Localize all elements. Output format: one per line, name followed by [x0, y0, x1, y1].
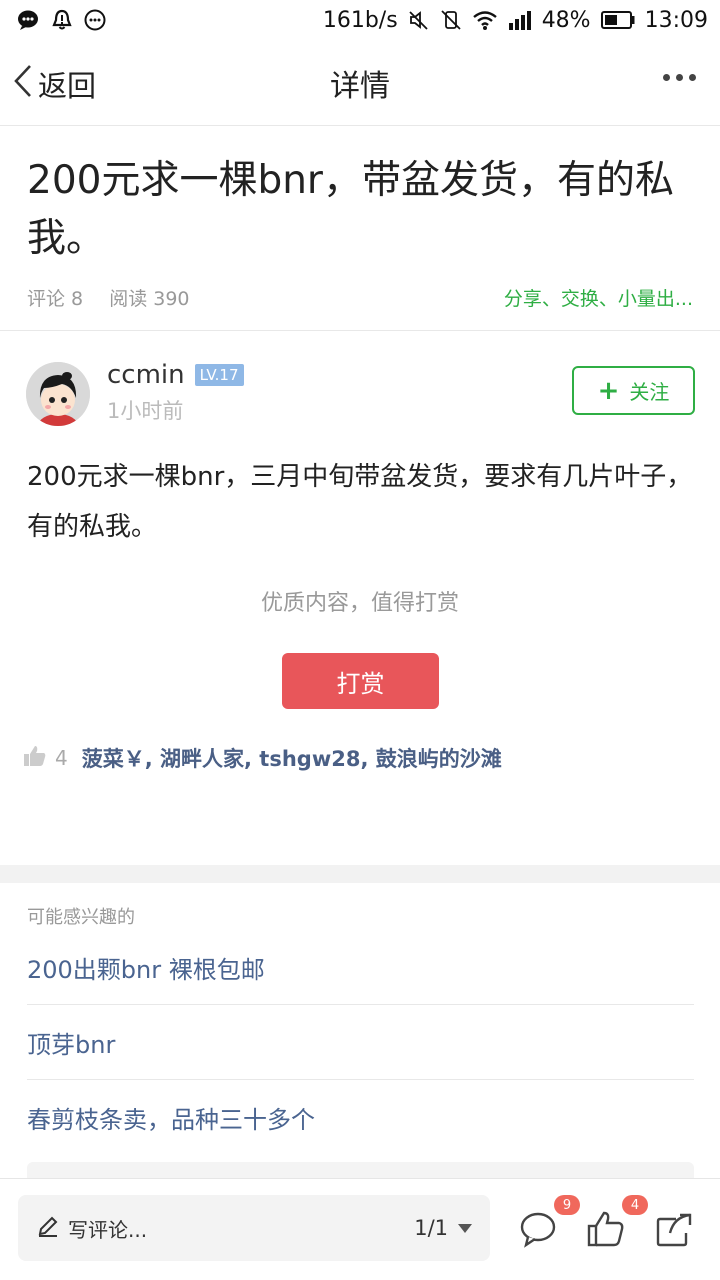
share-icon: [656, 1213, 692, 1247]
chat-bubble-icon: [16, 8, 40, 32]
share-button[interactable]: [654, 1209, 694, 1249]
reward-hint: 优质内容，值得打赏: [260, 591, 459, 616]
section-separator: [0, 865, 720, 883]
comment-input[interactable]: 写评论... 1/1: [18, 1195, 490, 1261]
wifi-icon: [472, 9, 498, 31]
comment-placeholder: 写评论...: [68, 1217, 148, 1242]
more-options-icon[interactable]: [663, 74, 696, 81]
more-circle-icon: [84, 9, 106, 31]
bottom-bar: 写评论... 1/1 9 4: [0, 1178, 720, 1280]
divider: [0, 330, 720, 331]
status-left: [16, 8, 106, 32]
reward-button[interactable]: 打赏: [282, 653, 439, 709]
like-badge: 4: [622, 1195, 648, 1215]
back-button[interactable]: 返回: [12, 62, 96, 106]
avatar[interactable]: [26, 362, 90, 426]
caret-down-icon[interactable]: [458, 1223, 472, 1233]
network-speed: 161b/s: [322, 7, 398, 33]
level-badge: LV.17: [194, 364, 244, 386]
pencil-icon: [36, 1214, 60, 1242]
page-indicator[interactable]: 1/1: [414, 1216, 448, 1240]
related-heading: 可能感兴趣的: [27, 907, 135, 928]
likes-row: 4 菠菜￥, 湖畔人家, tshgw28, 鼓浪屿的沙滩: [23, 743, 502, 773]
comment-count: 评论 8: [27, 288, 84, 310]
follow-label: 关注: [629, 380, 670, 404]
related-item[interactable]: 200出颗bnr 裸根包邮: [27, 930, 694, 1005]
clock: 13:09: [644, 7, 708, 33]
back-label: 返回: [38, 69, 97, 103]
battery-icon: [600, 11, 635, 29]
mute-icon: [408, 9, 430, 31]
thumbs-up-outline-icon: [587, 1211, 624, 1247]
signal-icon: [508, 10, 532, 30]
related-item[interactable]: 顶芽bnr: [27, 1005, 694, 1080]
battery-percent: 48%: [541, 7, 591, 33]
author-info: ccmin LV.17: [107, 360, 244, 390]
status-bar: 161b/s 48% 13:09: [0, 0, 720, 40]
status-right: 161b/s 48% 13:09: [323, 8, 708, 33]
comment-badge: 9: [554, 1195, 580, 1215]
author-name[interactable]: ccmin: [107, 360, 185, 390]
post-category-link[interactable]: 分享、交换、小量出...: [504, 284, 693, 311]
post-counts: 评论 8 阅读 390: [27, 284, 190, 311]
alarm-bell-icon: [50, 8, 74, 32]
like-button[interactable]: 4: [586, 1195, 648, 1249]
chevron-left-icon: [12, 63, 34, 106]
page-title: 详情: [330, 68, 390, 104]
thumbs-up-icon[interactable]: [23, 745, 47, 771]
post-title: 200元求一棵bnr，带盆发货，有的私我。: [27, 158, 674, 261]
comment-bubble-icon: [520, 1212, 556, 1248]
comments-button[interactable]: 9: [518, 1195, 580, 1249]
follow-button[interactable]: + 关注: [572, 366, 695, 415]
related-list: 200出颗bnr 裸根包邮 顶芽bnr 春剪枝条卖，品种三十多个: [27, 930, 694, 1155]
vibrate-off-icon: [440, 9, 462, 31]
post-meta: 评论 8 阅读 390 分享、交换、小量出...: [27, 284, 693, 311]
likes-count: 4: [55, 746, 68, 770]
navigation-bar: 返回 详情: [0, 40, 720, 126]
read-count: 阅读 390: [109, 288, 190, 310]
related-item[interactable]: 春剪枝条卖，品种三十多个: [27, 1080, 694, 1155]
likes-users[interactable]: 菠菜￥, 湖畔人家, tshgw28, 鼓浪屿的沙滩: [82, 743, 502, 773]
plus-icon: +: [597, 375, 620, 406]
post-time: 1小时前: [107, 399, 184, 423]
post-body: 200元求一棵bnr，三月中旬带盆发货，要求有几片叶子，有的私我。: [27, 462, 693, 542]
